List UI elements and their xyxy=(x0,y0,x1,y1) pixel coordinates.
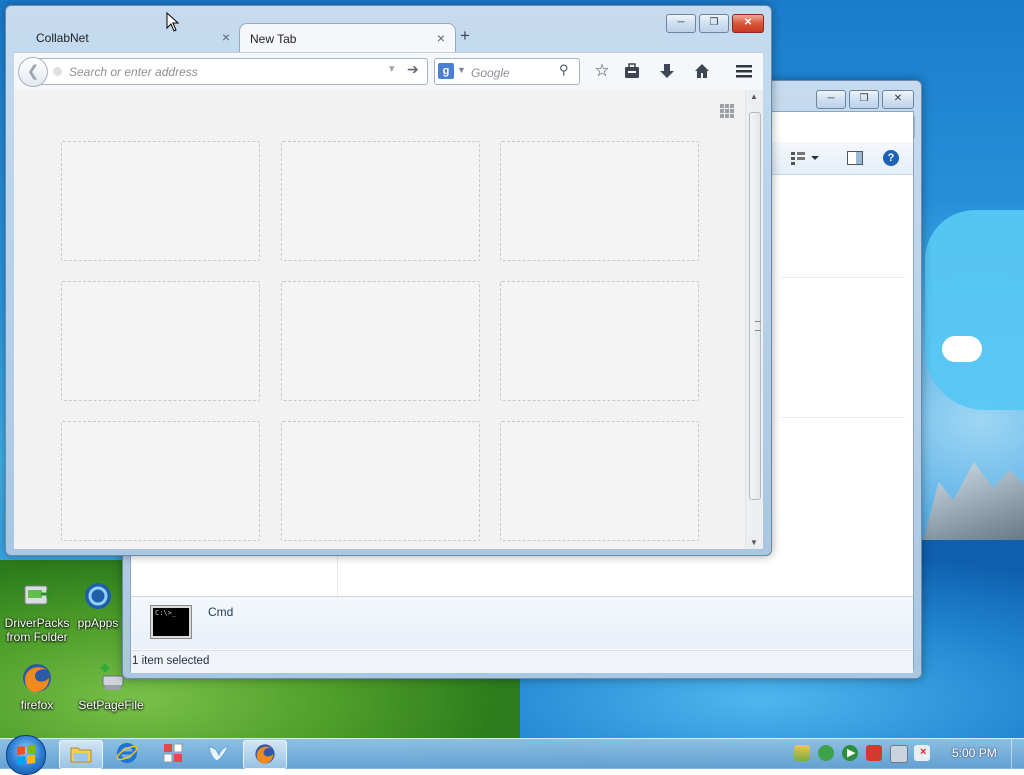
tab-close-icon[interactable]: × xyxy=(222,29,230,45)
desktop-icon-label: firefox xyxy=(20,698,54,712)
tab-label: CollabNet xyxy=(36,31,89,45)
desktop-icon-label: DriverPacks from Folder xyxy=(4,616,70,644)
desktop-icon-label: SetPageFile xyxy=(78,698,144,712)
go-arrow-icon[interactable]: ➔ xyxy=(407,61,419,78)
bookmark-star-icon[interactable]: ☆ xyxy=(590,59,614,83)
reading-list-icon[interactable] xyxy=(620,59,644,83)
taskbar-ie-button[interactable] xyxy=(106,740,148,767)
driverpacks-icon xyxy=(21,580,55,612)
taskbar-bird-button[interactable] xyxy=(197,740,239,767)
desktop-icon-driverpacks[interactable]: DriverPacks from Folder xyxy=(0,580,74,644)
firefox-icon xyxy=(255,744,275,764)
taskbar: ▶ × 5:00 PM xyxy=(0,735,1024,775)
desktop-icon-ppapps[interactable]: ppApps xyxy=(72,580,124,630)
url-bar[interactable]: ▾ ➔ xyxy=(36,58,428,85)
tab-new-tab[interactable]: New Tab × xyxy=(239,23,456,53)
status-text: 1 item selected xyxy=(132,655,210,667)
search-input[interactable] xyxy=(469,63,557,83)
wallpaper-cloud xyxy=(925,210,1024,410)
windows-logo-icon xyxy=(17,745,35,765)
preview-pane-icon[interactable] xyxy=(847,151,863,165)
google-icon[interactable]: g xyxy=(438,63,454,79)
scrollbar-thumb[interactable] xyxy=(749,112,761,500)
downloads-icon[interactable] xyxy=(655,59,679,83)
tray-app-icon[interactable] xyxy=(794,745,810,761)
navigation-toolbar: ▾ ➔ ❮ g ▼ ⚲ ☆ xyxy=(14,52,763,91)
desktop-icon-firefox[interactable]: firefox xyxy=(0,662,74,712)
new-tab-tile[interactable] xyxy=(281,141,480,261)
divider xyxy=(781,417,905,418)
mouse-cursor-icon xyxy=(166,12,180,32)
tab-close-icon[interactable]: × xyxy=(437,30,445,46)
new-tab-tile[interactable] xyxy=(500,141,699,261)
tiles-grid-toggle-icon[interactable] xyxy=(720,104,734,118)
search-engine-dropdown-icon[interactable]: ▼ xyxy=(457,65,466,75)
tab-collabnet[interactable]: CollabNet × xyxy=(16,23,240,52)
tab-strip: CollabNet × New Tab × + xyxy=(14,20,763,53)
tray-play-icon[interactable]: ▶ xyxy=(842,745,858,761)
menu-icon[interactable] xyxy=(732,59,756,83)
explorer-minimize-button[interactable]: ─ xyxy=(816,90,846,109)
back-button[interactable]: ❮ xyxy=(18,57,48,87)
ppapps-icon xyxy=(82,580,114,612)
firefox-window[interactable]: ─ ❐ ✕ CollabNet × New Tab × + ▾ ➔ ❮ g ▼ … xyxy=(5,5,772,556)
new-tab-tile[interactable] xyxy=(500,281,699,401)
tab-label: New Tab xyxy=(250,32,297,46)
internet-explorer-icon xyxy=(116,743,138,763)
new-tab-tile[interactable] xyxy=(281,281,480,401)
status-bar: 1 item selected xyxy=(131,650,913,673)
help-icon[interactable]: ? xyxy=(883,150,899,166)
scroll-down-arrow-icon[interactable]: ▼ xyxy=(750,538,758,547)
wallpaper-cloud-puff xyxy=(942,336,982,362)
url-input[interactable] xyxy=(67,62,371,82)
vertical-scrollbar[interactable]: ▲ ▼ xyxy=(745,90,763,549)
identity-icon xyxy=(53,67,62,76)
back-arrow-icon: ❮ xyxy=(26,63,40,80)
search-bar[interactable]: g ▼ ⚲ xyxy=(434,58,580,85)
new-tab-tile[interactable] xyxy=(61,141,260,261)
home-icon[interactable] xyxy=(690,59,714,83)
taskbar-app-button[interactable] xyxy=(152,740,194,767)
firefox-icon xyxy=(21,662,53,694)
cmd-thumbnail-icon: C:\>_ xyxy=(150,605,192,639)
new-tab-tile[interactable] xyxy=(500,421,699,541)
new-tab-tile[interactable] xyxy=(61,421,260,541)
scroll-grip xyxy=(755,321,761,331)
bird-icon xyxy=(208,745,229,762)
folder-icon xyxy=(70,747,92,763)
clock[interactable]: 5:00 PM xyxy=(952,746,997,760)
tray-volume-muted-icon[interactable]: × xyxy=(914,745,930,761)
divider xyxy=(781,277,905,278)
explorer-maximize-button[interactable]: ❐ xyxy=(849,90,879,109)
details-pane: C:\>_ Cmd xyxy=(131,596,913,649)
taskbar-firefox-button[interactable] xyxy=(243,740,287,769)
show-desktop-button[interactable] xyxy=(1011,739,1024,769)
search-icon[interactable]: ⚲ xyxy=(559,62,569,78)
tray-flag-icon[interactable] xyxy=(866,745,882,761)
explorer-close-button[interactable]: ✕ xyxy=(882,90,914,109)
selected-item-name: Cmd xyxy=(208,605,234,619)
desktop-icon-label: ppApps xyxy=(77,616,119,630)
tray-security-icon[interactable] xyxy=(818,745,834,761)
new-tab-page: ▲ ▼ xyxy=(14,90,763,549)
new-tab-plus-icon[interactable]: + xyxy=(460,26,470,46)
tray-network-icon[interactable] xyxy=(890,745,908,763)
url-history-dropdown-icon[interactable]: ▾ xyxy=(389,62,395,75)
scroll-up-arrow-icon[interactable]: ▲ xyxy=(750,92,758,101)
new-tab-tile[interactable] xyxy=(281,421,480,541)
change-view-icon[interactable] xyxy=(791,151,819,165)
start-button[interactable] xyxy=(6,735,46,775)
taskbar-explorer-button[interactable] xyxy=(59,740,103,769)
new-tab-tile[interactable] xyxy=(61,281,260,401)
app-grid-icon xyxy=(163,743,183,763)
